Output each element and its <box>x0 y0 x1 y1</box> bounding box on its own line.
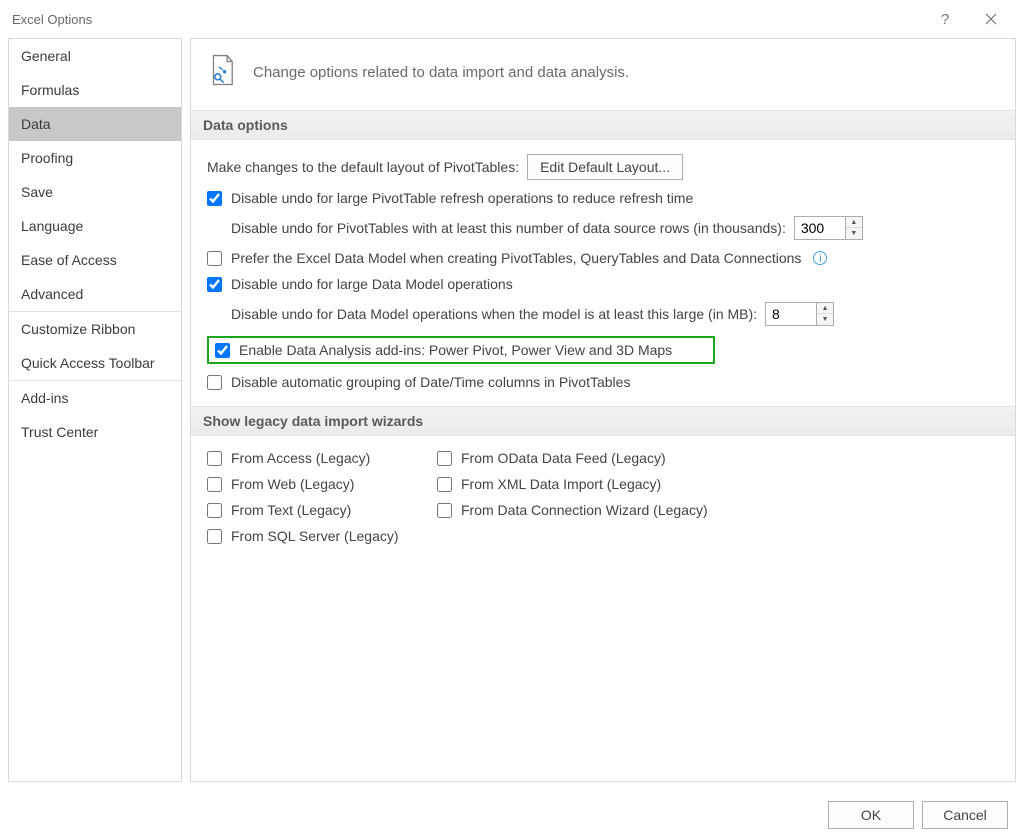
pivot-layout-label: Make changes to the default layout of Pi… <box>207 159 519 175</box>
cancel-button[interactable]: Cancel <box>922 801 1008 829</box>
dm-mb-spinbox[interactable]: ▲▼ <box>765 302 834 326</box>
help-icon: ? <box>941 11 949 28</box>
from-web-legacy-checkbox[interactable]: From Web (Legacy) <box>207 476 427 492</box>
from-text-legacy-checkbox[interactable]: From Text (Legacy) <box>207 502 427 518</box>
spin-down-icon[interactable]: ▼ <box>817 314 833 325</box>
ok-button[interactable]: OK <box>828 801 914 829</box>
footer: OK Cancel <box>0 790 1024 840</box>
dm-mb-input[interactable] <box>766 303 816 325</box>
sidebar: General Formulas Data Proofing Save Lang… <box>8 38 182 782</box>
from-odata-legacy-checkbox[interactable]: From OData Data Feed (Legacy) <box>437 450 737 466</box>
section-legacy-title: Show legacy data import wizards <box>191 406 1015 436</box>
info-icon[interactable]: i <box>813 251 827 265</box>
sidebar-item-customize-ribbon[interactable]: Customize Ribbon <box>9 312 181 346</box>
enable-addins-label: Enable Data Analysis add-ins: Power Pivo… <box>239 342 672 358</box>
disable-undo-pivot-label: Disable undo for large PivotTable refres… <box>231 190 693 206</box>
sidebar-item-ease-of-access[interactable]: Ease of Access <box>9 243 181 277</box>
help-button[interactable]: ? <box>922 0 968 38</box>
sidebar-item-save[interactable]: Save <box>9 175 181 209</box>
sidebar-item-trust-center[interactable]: Trust Center <box>9 415 181 449</box>
content-header-text: Change options related to data import an… <box>253 64 629 81</box>
content-header: Change options related to data import an… <box>191 39 1015 110</box>
spin-up-icon[interactable]: ▲ <box>817 303 833 314</box>
window-title: Excel Options <box>12 12 92 27</box>
sidebar-item-proofing[interactable]: Proofing <box>9 141 181 175</box>
prefer-data-model-label: Prefer the Excel Data Model when creatin… <box>231 250 801 266</box>
sidebar-item-data[interactable]: Data <box>9 107 181 141</box>
disable-auto-group-label: Disable automatic grouping of Date/Time … <box>231 374 630 390</box>
from-sql-legacy-checkbox[interactable]: From SQL Server (Legacy) <box>207 528 427 544</box>
disable-auto-group-checkbox[interactable]: Disable automatic grouping of Date/Time … <box>207 374 630 390</box>
disable-undo-pivot-checkbox[interactable]: Disable undo for large PivotTable refres… <box>207 190 693 206</box>
titlebar: Excel Options ? <box>0 0 1024 38</box>
disable-undo-pivot-rows-label: Disable undo for PivotTables with at lea… <box>231 220 786 236</box>
spin-down-icon[interactable]: ▼ <box>846 228 862 239</box>
from-dcw-legacy-checkbox[interactable]: From Data Connection Wizard (Legacy) <box>437 502 737 518</box>
from-xml-legacy-checkbox[interactable]: From XML Data Import (Legacy) <box>437 476 737 492</box>
section-data-options-title: Data options <box>191 110 1015 140</box>
disable-undo-dm-checkbox[interactable]: Disable undo for large Data Model operat… <box>207 276 513 292</box>
disable-undo-dm-mb-label: Disable undo for Data Model operations w… <box>231 306 757 322</box>
content-panel: Change options related to data import an… <box>190 38 1016 782</box>
disable-undo-dm-label: Disable undo for large Data Model operat… <box>231 276 513 292</box>
sidebar-item-language[interactable]: Language <box>9 209 181 243</box>
sidebar-item-quick-access-toolbar[interactable]: Quick Access Toolbar <box>9 346 181 380</box>
enable-addins-highlight: Enable Data Analysis add-ins: Power Pivo… <box>207 336 715 364</box>
edit-default-layout-button[interactable]: Edit Default Layout... <box>527 154 683 180</box>
prefer-data-model-checkbox[interactable]: Prefer the Excel Data Model when creatin… <box>207 250 801 266</box>
close-icon <box>985 13 997 25</box>
sidebar-item-advanced[interactable]: Advanced <box>9 277 181 311</box>
close-button[interactable] <box>968 0 1014 38</box>
sidebar-item-add-ins[interactable]: Add-ins <box>9 381 181 415</box>
enable-data-analysis-addins-checkbox[interactable]: Enable Data Analysis add-ins: Power Pivo… <box>215 342 672 358</box>
pivot-rows-spinbox[interactable]: ▲▼ <box>794 216 863 240</box>
pivot-rows-input[interactable] <box>795 217 845 239</box>
from-access-legacy-checkbox[interactable]: From Access (Legacy) <box>207 450 427 466</box>
sidebar-item-formulas[interactable]: Formulas <box>9 73 181 107</box>
excel-options-window: Excel Options ? General Formulas Data Pr… <box>0 0 1024 840</box>
spin-up-icon[interactable]: ▲ <box>846 217 862 228</box>
sidebar-item-general[interactable]: General <box>9 39 181 73</box>
data-page-icon <box>205 53 239 92</box>
